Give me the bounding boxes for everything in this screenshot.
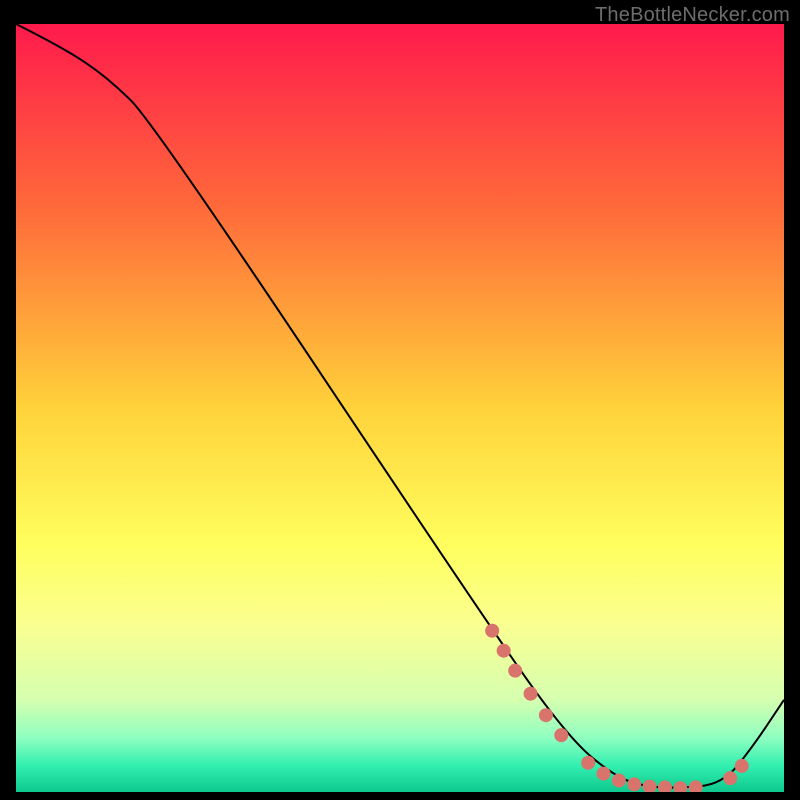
data-marker bbox=[508, 664, 522, 678]
chart-svg bbox=[16, 24, 784, 792]
data-marker bbox=[597, 767, 611, 781]
data-marker bbox=[539, 708, 553, 722]
data-marker bbox=[735, 759, 749, 773]
data-marker bbox=[497, 644, 511, 658]
chart-stage: TheBottleNecker.com bbox=[0, 0, 800, 800]
data-marker bbox=[612, 773, 626, 787]
data-marker bbox=[723, 771, 737, 785]
data-marker bbox=[485, 624, 499, 638]
data-marker bbox=[554, 728, 568, 742]
data-marker bbox=[524, 687, 538, 701]
data-marker bbox=[627, 777, 641, 791]
data-marker bbox=[581, 756, 595, 770]
chart-background bbox=[16, 24, 784, 792]
